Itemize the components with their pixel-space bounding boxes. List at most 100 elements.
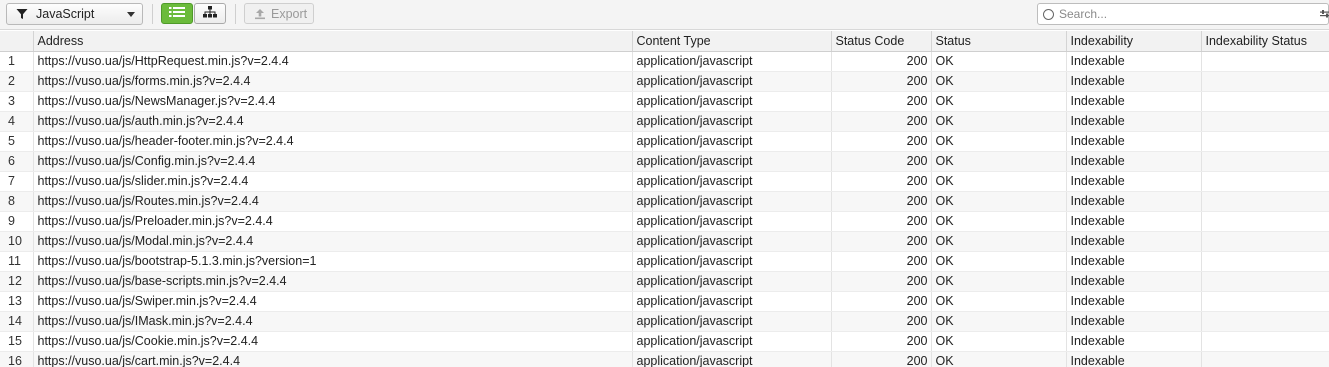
sitemap-icon: [203, 6, 217, 21]
list-view-button[interactable]: [161, 3, 193, 24]
indexability-status-cell: [1201, 131, 1329, 152]
table-row[interactable]: 16 https://vuso.ua/js/cart.min.js?v=2.4.4…: [0, 351, 1329, 367]
indexability-status-cell: [1201, 331, 1329, 352]
indexability-cell: Indexable: [1066, 191, 1202, 212]
filter-label: JavaScript: [36, 7, 95, 21]
table-row[interactable]: 7 https://vuso.ua/js/slider.min.js?v=2.4.…: [0, 171, 1329, 192]
status-code-cell: 200: [831, 91, 932, 112]
address-cell: https://vuso.ua/js/IMask.min.js?v=2.4.4: [33, 311, 633, 332]
column-header-indexability[interactable]: Indexability: [1066, 31, 1202, 52]
search-options-icon[interactable]: [1320, 9, 1329, 23]
row-number-cell: 7: [0, 171, 34, 192]
table-row[interactable]: 3 https://vuso.ua/js/NewsManager.js?v=2.4…: [0, 91, 1329, 112]
status-cell: OK: [931, 111, 1067, 132]
status-code-cell: 200: [831, 51, 932, 72]
address-cell: https://vuso.ua/js/Config.min.js?v=2.4.4: [33, 151, 633, 172]
address-cell: https://vuso.ua/js/bootstrap-5.1.3.min.j…: [33, 251, 633, 272]
address-cell: https://vuso.ua/js/forms.min.js?v=2.4.4: [33, 71, 633, 92]
content-type-cell: application/javascript: [632, 331, 832, 352]
table-row[interactable]: 5 https://vuso.ua/js/header-footer.min.js…: [0, 131, 1329, 152]
address-cell: https://vuso.ua/js/header-footer.min.js?…: [33, 131, 633, 152]
status-code-cell: 200: [831, 191, 932, 212]
status-code-cell: 200: [831, 331, 932, 352]
search-box: [1037, 3, 1329, 25]
indexability-status-cell: [1201, 91, 1329, 112]
status-code-cell: 200: [831, 271, 932, 292]
status-cell: OK: [931, 311, 1067, 332]
row-number-cell: 6: [0, 151, 34, 172]
tree-view-button[interactable]: [194, 3, 226, 24]
indexability-status-cell: [1201, 271, 1329, 292]
table-row[interactable]: 2 https://vuso.ua/js/forms.min.js?v=2.4.4…: [0, 71, 1329, 92]
row-number-cell: 8: [0, 191, 34, 212]
table-row[interactable]: 13 https://vuso.ua/js/Swiper.min.js?v=2.4…: [0, 291, 1329, 312]
export-button[interactable]: Export: [244, 3, 314, 24]
status-cell: OK: [931, 231, 1067, 252]
content-type-cell: application/javascript: [632, 191, 832, 212]
toolbar: JavaScript Export Search...: [0, 0, 1329, 30]
indexability-cell: Indexable: [1066, 271, 1202, 292]
table-row[interactable]: 1 https://vuso.ua/js/HttpRequest.min.js?v…: [0, 51, 1329, 72]
indexability-status-cell: [1201, 151, 1329, 172]
content-type-cell: application/javascript: [632, 291, 832, 312]
status-cell: OK: [931, 331, 1067, 352]
table-row[interactable]: 6 https://vuso.ua/js/Config.min.js?v=2.4.…: [0, 151, 1329, 172]
upload-icon: [254, 8, 266, 20]
chevron-down-icon: [127, 12, 135, 17]
address-cell: https://vuso.ua/js/Preloader.min.js?v=2.…: [33, 211, 633, 232]
address-cell: https://vuso.ua/js/slider.min.js?v=2.4.4: [33, 171, 633, 192]
table-row[interactable]: 12 https://vuso.ua/js/base-scripts.min.js…: [0, 271, 1329, 292]
status-cell: OK: [931, 131, 1067, 152]
row-number-cell: 14: [0, 311, 34, 332]
search-input[interactable]: [1059, 7, 1309, 21]
row-number-cell: 5: [0, 131, 34, 152]
address-cell: https://vuso.ua/js/auth.min.js?v=2.4.4: [33, 111, 633, 132]
indexability-status-cell: [1201, 211, 1329, 232]
content-type-cell: application/javascript: [632, 271, 832, 292]
table-row[interactable]: 11 https://vuso.ua/js/bootstrap-5.1.3.min…: [0, 251, 1329, 272]
indexability-cell: Indexable: [1066, 131, 1202, 152]
indexability-cell: Indexable: [1066, 331, 1202, 352]
column-header-status[interactable]: Status: [931, 31, 1067, 52]
indexability-status-cell: [1201, 51, 1329, 72]
row-number-cell: 11: [0, 251, 34, 272]
table-row[interactable]: 14 https://vuso.ua/js/IMask.min.js?v=2.4.…: [0, 311, 1329, 332]
list-icon: [169, 6, 185, 21]
column-header-address[interactable]: Address: [33, 31, 633, 52]
status-code-cell: 200: [831, 131, 932, 152]
address-cell: https://vuso.ua/js/base-scripts.min.js?v…: [33, 271, 633, 292]
content-type-cell: application/javascript: [632, 351, 832, 367]
column-header-row-number[interactable]: [0, 31, 34, 52]
table-row[interactable]: 8 https://vuso.ua/js/Routes.min.js?v=2.4.…: [0, 191, 1329, 212]
address-cell: https://vuso.ua/js/Swiper.min.js?v=2.4.4: [33, 291, 633, 312]
table-header-row: Address Content Type Status Code Status …: [0, 31, 1329, 52]
indexability-status-cell: [1201, 311, 1329, 332]
filter-dropdown[interactable]: JavaScript: [6, 3, 143, 25]
indexability-cell: Indexable: [1066, 171, 1202, 192]
table-row[interactable]: 15 https://vuso.ua/js/Cookie.min.js?v=2.4…: [0, 331, 1329, 352]
content-type-cell: application/javascript: [632, 51, 832, 72]
column-header-indexability-status[interactable]: Indexability Status: [1201, 31, 1329, 52]
address-cell: https://vuso.ua/js/NewsManager.js?v=2.4.…: [33, 91, 633, 112]
address-cell: https://vuso.ua/js/cart.min.js?v=2.4.4: [33, 351, 633, 367]
row-number-cell: 12: [0, 271, 34, 292]
indexability-status-cell: [1201, 191, 1329, 212]
status-cell: OK: [931, 291, 1067, 312]
address-cell: https://vuso.ua/js/Routes.min.js?v=2.4.4: [33, 191, 633, 212]
table-row[interactable]: 9 https://vuso.ua/js/Preloader.min.js?v=2…: [0, 211, 1329, 232]
column-header-content-type[interactable]: Content Type: [632, 31, 832, 52]
column-header-status-code[interactable]: Status Code: [831, 31, 932, 52]
row-number-cell: 16: [0, 351, 34, 367]
content-type-cell: application/javascript: [632, 111, 832, 132]
table-row[interactable]: 10 https://vuso.ua/js/Modal.min.js?v=2.4.…: [0, 231, 1329, 252]
indexability-status-cell: [1201, 251, 1329, 272]
indexability-cell: Indexable: [1066, 251, 1202, 272]
status-cell: OK: [931, 71, 1067, 92]
status-code-cell: 200: [831, 171, 932, 192]
indexability-cell: Indexable: [1066, 71, 1202, 92]
table-row[interactable]: 4 https://vuso.ua/js/auth.min.js?v=2.4.4 a…: [0, 111, 1329, 132]
address-cell: https://vuso.ua/js/HttpRequest.min.js?v=…: [33, 51, 633, 72]
content-type-cell: application/javascript: [632, 71, 832, 92]
row-number-cell: 13: [0, 291, 34, 312]
row-number-cell: 2: [0, 71, 34, 92]
